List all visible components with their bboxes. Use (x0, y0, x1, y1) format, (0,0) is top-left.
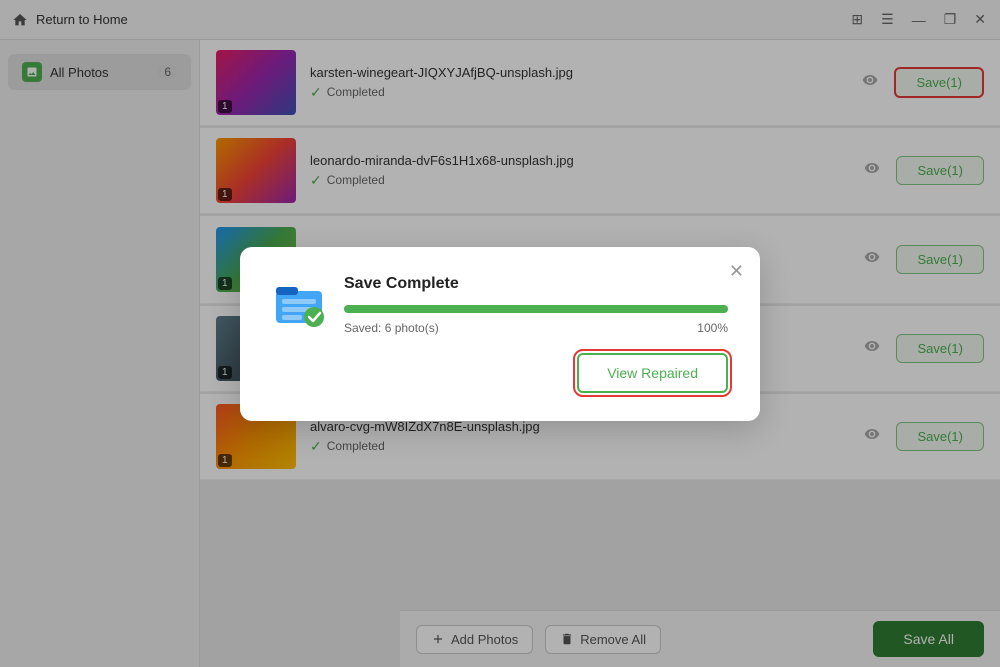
view-repaired-button[interactable]: View Repaired (577, 353, 728, 393)
progress-info: Saved: 6 photo(s) 100% (344, 321, 728, 335)
saved-info: Saved: 6 photo(s) (344, 321, 439, 335)
modal-overlay: ✕ Save Complete (0, 0, 1000, 667)
modal-content: Save Complete Saved: 6 photo(s) 100% (272, 275, 728, 335)
modal-body: Save Complete Saved: 6 photo(s) 100% (344, 275, 728, 335)
progress-bar-fill (344, 305, 728, 313)
modal-icon (272, 275, 326, 329)
save-complete-modal: ✕ Save Complete (240, 247, 760, 421)
modal-close-button[interactable]: ✕ (729, 261, 744, 282)
modal-footer: View Repaired (272, 353, 728, 393)
progress-percent: 100% (697, 321, 728, 335)
progress-bar-container (344, 305, 728, 313)
modal-title: Save Complete (344, 275, 728, 293)
